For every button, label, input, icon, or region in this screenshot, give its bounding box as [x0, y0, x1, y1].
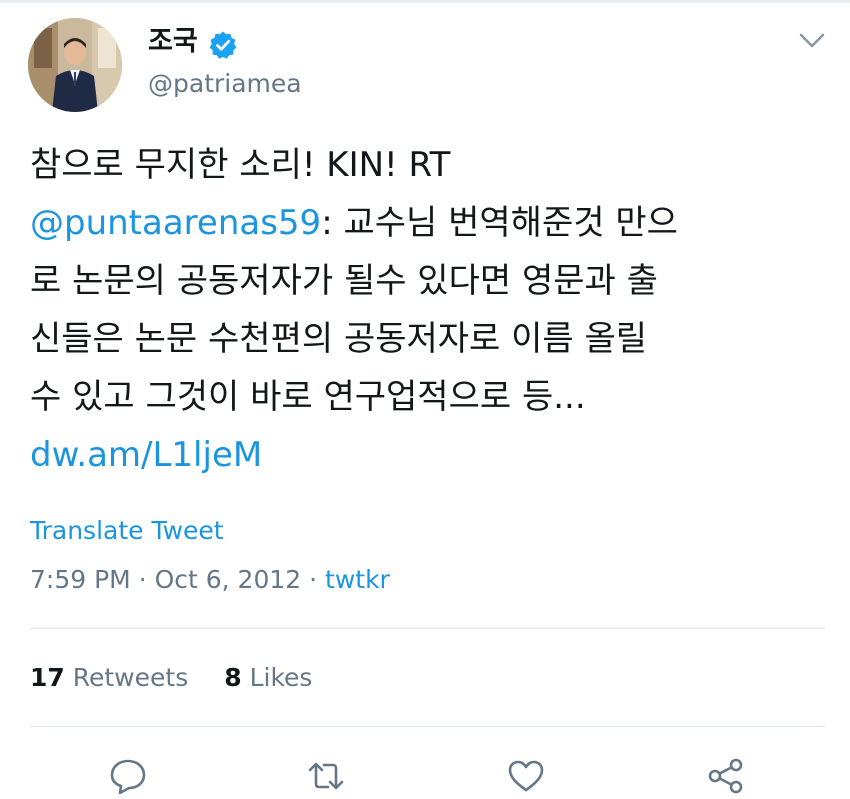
avatar[interactable] — [28, 18, 122, 112]
like-button[interactable] — [506, 756, 546, 796]
verified-badge-icon — [209, 31, 237, 59]
tweet-text: 참으로 무지한 소리! KIN! RT @puntaarenas59: 교수님 번… — [30, 136, 830, 484]
tweet-text-segment: 참으로 무지한 소리! KIN! RT — [30, 145, 451, 185]
divider — [30, 628, 825, 629]
share-icon — [708, 758, 743, 794]
tweet-text-segment: 신들은 논문 수천편의 공동저자로 이름 올릴 — [30, 319, 648, 359]
tweet-text-line: @puntaarenas59: 교수님 번역해준것 만으 — [30, 194, 830, 252]
retweets-stat[interactable]: 17 Retweets — [30, 663, 188, 692]
likes-label: Likes — [249, 663, 313, 692]
url-link[interactable]: dw.am/L1ljeM — [30, 435, 262, 475]
tweet-meta: 7:59 PM · Oct 6, 2012 · twtkr — [30, 562, 390, 598]
reply-icon — [110, 759, 146, 795]
tweet-stats: 17 Retweets 8 Likes — [30, 660, 312, 696]
tweet-text-line: 참으로 무지한 소리! KIN! RT — [30, 136, 830, 194]
like-icon — [508, 760, 544, 792]
tweet-text-segment: 수 있고 그것이 바로 연구업적으로 등... — [30, 377, 586, 417]
likes-stat[interactable]: 8 Likes — [224, 663, 312, 692]
tweet-text-segment: 로 논문의 공동저자가 될수 있다면 영문과 출 — [30, 261, 658, 301]
tweet-text-line: 로 논문의 공동저자가 될수 있다면 영문과 출 — [30, 252, 830, 310]
action-bar — [0, 750, 850, 798]
top-divider — [0, 0, 850, 3]
translate-tweet-link[interactable]: Translate Tweet — [30, 513, 224, 549]
chevron-down-icon[interactable] — [796, 28, 828, 52]
tweet-text-segment: : 교수님 번역해준것 만으 — [321, 203, 678, 243]
author-handle[interactable]: @patriamea — [148, 66, 302, 102]
reply-button[interactable] — [108, 756, 148, 796]
meta-separator: · — [301, 565, 326, 594]
divider — [30, 726, 825, 727]
likes-count: 8 — [224, 663, 242, 692]
retweets-label: Retweets — [72, 663, 189, 692]
retweet-icon — [308, 762, 344, 790]
meta-separator: · — [130, 565, 155, 594]
share-button[interactable] — [706, 756, 746, 796]
tweet-text-line: 신들은 논문 수천편의 공동저자로 이름 올릴 — [30, 310, 830, 368]
tweet-text-line: 수 있고 그것이 바로 연구업적으로 등... — [30, 368, 830, 426]
author-name[interactable]: 조국 — [148, 22, 198, 62]
tweet-text-line: dw.am/L1ljeM — [30, 426, 830, 484]
mention-link[interactable]: @puntaarenas59 — [30, 203, 321, 243]
tweet-date: Oct 6, 2012 — [154, 565, 302, 594]
profile-photo — [28, 18, 122, 112]
retweets-count: 17 — [30, 663, 65, 692]
tweet-source-link[interactable]: twtkr — [325, 565, 390, 594]
tweet-time: 7:59 PM — [30, 565, 131, 594]
retweet-button[interactable] — [306, 756, 346, 796]
